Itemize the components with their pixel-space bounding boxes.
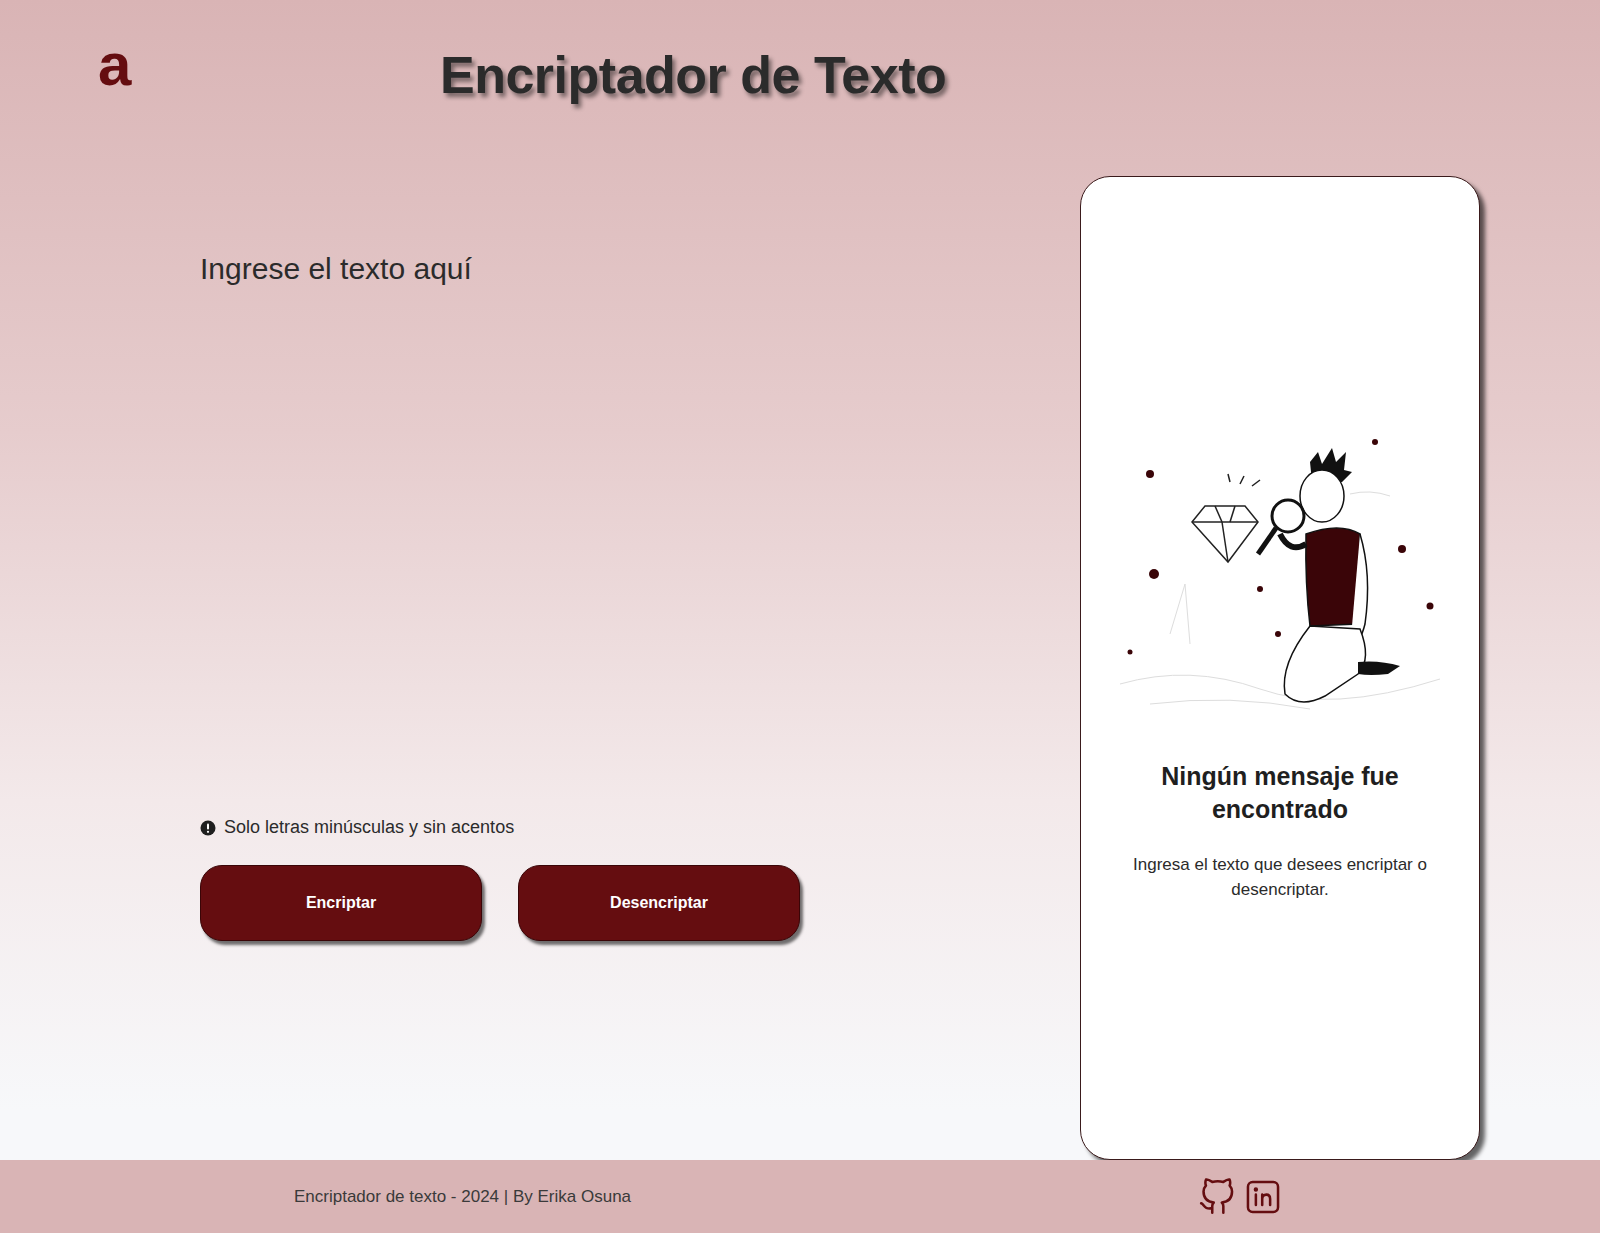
searching-person-icon [1110,434,1450,734]
page-footer: Encriptador de texto - 2024 | By Erika O… [0,1160,1600,1233]
decrypt-button[interactable]: Desencriptar [518,865,800,941]
page-title: Encriptador de Texto [440,44,946,106]
main-area: Solo letras minúsculas y sin acentos Enc… [0,150,1600,1160]
linkedin-icon[interactable] [1244,1178,1282,1216]
footer-credit: Encriptador de texto - 2024 | By Erika O… [294,1184,631,1210]
input-panel: Solo letras minúsculas y sin acentos Enc… [200,176,820,1160]
output-card: Ningún mensaje fue encontrado Ingresa el… [1080,176,1480,1160]
page-header: a Encriptador de Texto [0,0,1600,150]
logo[interactable]: a [98,35,138,95]
empty-heading: Ningún mensaje fue encontrado [1117,760,1443,828]
text-input[interactable] [200,246,820,806]
social-links [1198,1178,1282,1216]
notice: Solo letras minúsculas y sin acentos [200,814,820,841]
empty-message: Ingresa el texto que desees encriptar o … [1117,853,1443,902]
github-icon[interactable] [1198,1178,1236,1216]
encrypt-button[interactable]: Encriptar [200,865,482,941]
button-row: Encriptar Desencriptar [200,865,820,941]
notice-text: Solo letras minúsculas y sin acentos [224,814,514,841]
info-icon [200,820,216,836]
